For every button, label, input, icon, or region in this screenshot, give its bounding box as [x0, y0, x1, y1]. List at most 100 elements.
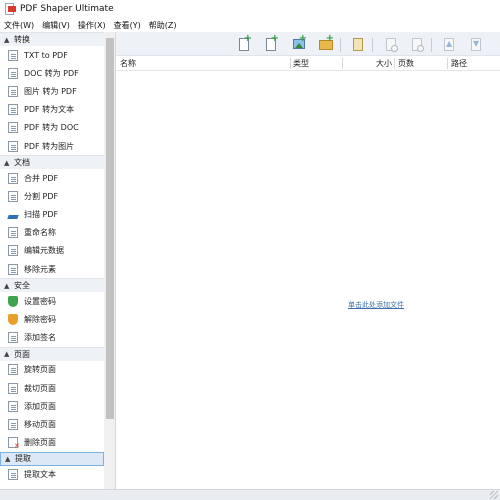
sidebar-item-pdf-to-doc[interactable]: PDF 转为 DOC — [0, 119, 104, 137]
sidebar-item-rename[interactable]: 重命名称 — [0, 224, 104, 242]
delete-page-icon — [8, 437, 20, 450]
sidebar-item-label: 删除页面 — [24, 438, 56, 448]
split-icon — [8, 190, 18, 202]
sidebar-item-txt-to-pdf[interactable]: TXT to PDF — [0, 46, 104, 64]
sidebar-item-edit-metadata[interactable]: 编辑元数据 — [0, 242, 104, 260]
sidebar-item-image-to-pdf[interactable]: 图片 转为 PDF — [0, 82, 104, 100]
sidebar-item-pdf-to-text[interactable]: PDF 转为文本 — [0, 101, 104, 119]
move-page-icon — [8, 418, 18, 430]
sidebar-item-doc-to-pdf[interactable]: DOC 转为 PDF — [0, 64, 104, 82]
toolbar-separator — [431, 38, 432, 52]
pdf-doc-icon — [8, 122, 18, 134]
sidebar-item-rotate-pages[interactable]: 旋转页面 — [0, 361, 104, 379]
column-name[interactable]: 名称 — [120, 56, 136, 71]
toolbar: + + + + — [116, 32, 500, 56]
sidebar-item-set-password[interactable]: 设置密码 — [0, 292, 104, 310]
column-pages[interactable]: 页数 — [398, 56, 414, 71]
add-folder-button[interactable]: + — [318, 34, 334, 52]
sidebar-scrollbar-thumb[interactable] — [106, 38, 114, 419]
sidebar-item-label: 解除密码 — [24, 315, 56, 325]
sidebar-item-add-pages[interactable]: 添加页面 — [0, 397, 104, 415]
sidebar-item-move-pages[interactable]: 移动页面 — [0, 415, 104, 433]
txt-file-icon — [8, 49, 18, 61]
sidebar-item-remove-elements[interactable]: 移除元素 — [0, 260, 104, 278]
sidebar-item-label: 图片 转为 PDF — [24, 86, 77, 96]
group-header-pages[interactable]: ▲ 页面 — [0, 346, 104, 361]
sidebar-item-label: 提取文本 — [24, 470, 56, 480]
sidebar-item-remove-password[interactable]: 解除密码 — [0, 310, 104, 328]
move-down-icon — [471, 38, 481, 51]
chevron-up-icon: ▲ — [4, 158, 10, 167]
sidebar-item-crop-pages[interactable]: 裁切页面 — [0, 379, 104, 397]
sidebar-item-label: 编辑元数据 — [24, 246, 64, 256]
add-file-button[interactable]: + — [236, 34, 252, 52]
sidebar-item-scan-pdf[interactable]: 扫描 PDF — [0, 206, 104, 224]
menu-action[interactable]: 操作(X) — [74, 20, 110, 31]
extract-text-icon — [8, 469, 18, 481]
sidebar-item-label: 移动页面 — [24, 419, 56, 429]
crop-icon — [8, 382, 18, 394]
merge-icon — [8, 172, 18, 184]
group-header-security[interactable]: ▲ 安全 — [0, 278, 104, 293]
sidebar-item-label: 分割 PDF — [24, 191, 59, 201]
menu-file[interactable]: 文件(W) — [0, 20, 38, 31]
move-up-icon — [444, 38, 454, 51]
chevron-up-icon: ▲ — [4, 281, 10, 290]
pdf-image-icon — [8, 140, 18, 152]
group-title: 页面 — [14, 349, 30, 359]
group-header-document[interactable]: ▲ 文档 — [0, 155, 104, 170]
status-bar — [0, 489, 500, 500]
sidebar: ▲ 转换 TXT to PDF DOC 转为 PDF 图片 转为 PDF PDF… — [0, 32, 116, 489]
sidebar-item-label: 扫描 PDF — [24, 210, 59, 220]
doc-file-icon — [8, 67, 18, 79]
rename-icon — [8, 227, 18, 239]
sidebar-item-label: 合并 PDF — [24, 173, 59, 183]
sidebar-item-pdf-to-image[interactable]: PDF 转为图片 — [0, 137, 104, 155]
resize-grip-icon[interactable] — [490, 491, 498, 499]
shield-orange-icon — [8, 314, 18, 326]
group-header-convert[interactable]: ▲ 转换 — [0, 32, 104, 46]
sidebar-item-extract-text[interactable]: 提取文本 — [0, 466, 104, 484]
menu-view[interactable]: 查看(Y) — [110, 20, 145, 31]
column-path[interactable]: 路径 — [451, 56, 467, 71]
menu-edit[interactable]: 编辑(V) — [38, 20, 74, 31]
sidebar-item-label: 设置密码 — [24, 296, 56, 306]
clipboard-icon — [353, 38, 363, 51]
add-list-button[interactable]: + — [263, 34, 279, 52]
sidebar-item-merge-pdf[interactable]: 合并 PDF — [0, 169, 104, 187]
sidebar-item-label: TXT to PDF — [24, 50, 68, 60]
file-list-header: 名称 类型 大小 页数 路径 — [116, 56, 500, 71]
sidebar-item-label: 裁切页面 — [24, 383, 56, 393]
preview-button[interactable] — [383, 36, 399, 52]
sidebar-item-label: PDF 转为文本 — [24, 105, 75, 115]
menu-help[interactable]: 帮助(Z) — [145, 20, 181, 31]
sidebar-item-split-pdf[interactable]: 分割 PDF — [0, 187, 104, 205]
add-files-link[interactable]: 单击此处添加文件 — [348, 300, 404, 310]
column-type[interactable]: 类型 — [293, 56, 309, 71]
sidebar-item-label: 重命名称 — [24, 228, 56, 238]
sidebar-scrollbar[interactable] — [104, 32, 115, 489]
clipboard-button[interactable] — [350, 36, 366, 52]
sidebar-item-add-signature[interactable]: 添加签名 — [0, 329, 104, 347]
toolbar-separator — [372, 38, 373, 52]
column-size[interactable]: 大小 — [376, 56, 392, 71]
group-header-extract[interactable]: ▲ 提取 — [0, 451, 104, 466]
shield-green-icon — [8, 295, 18, 307]
preview-icon — [386, 38, 398, 52]
group-title: 提取 — [15, 454, 31, 464]
sidebar-item-label: PDF 转为图片 — [24, 141, 75, 151]
add-image-button[interactable]: + — [291, 34, 307, 52]
sidebar-item-label: 添加页面 — [24, 401, 56, 411]
chevron-up-icon: ▲ — [4, 350, 10, 359]
move-down-button[interactable] — [468, 36, 484, 52]
sidebar-item-delete-pages[interactable]: 删除页面 — [0, 434, 104, 452]
toolbar-separator — [340, 38, 341, 52]
group-title: 文档 — [14, 158, 30, 168]
properties-button[interactable] — [409, 36, 425, 52]
remove-elements-icon — [8, 263, 18, 275]
sidebar-list: ▲ 转换 TXT to PDF DOC 转为 PDF 图片 转为 PDF PDF… — [0, 32, 104, 484]
add-page-icon — [8, 400, 18, 412]
main-panel: + + + + 名称 类型 大小 — [116, 32, 500, 489]
sidebar-item-label: DOC 转为 PDF — [24, 68, 79, 78]
move-up-button[interactable] — [441, 36, 457, 52]
